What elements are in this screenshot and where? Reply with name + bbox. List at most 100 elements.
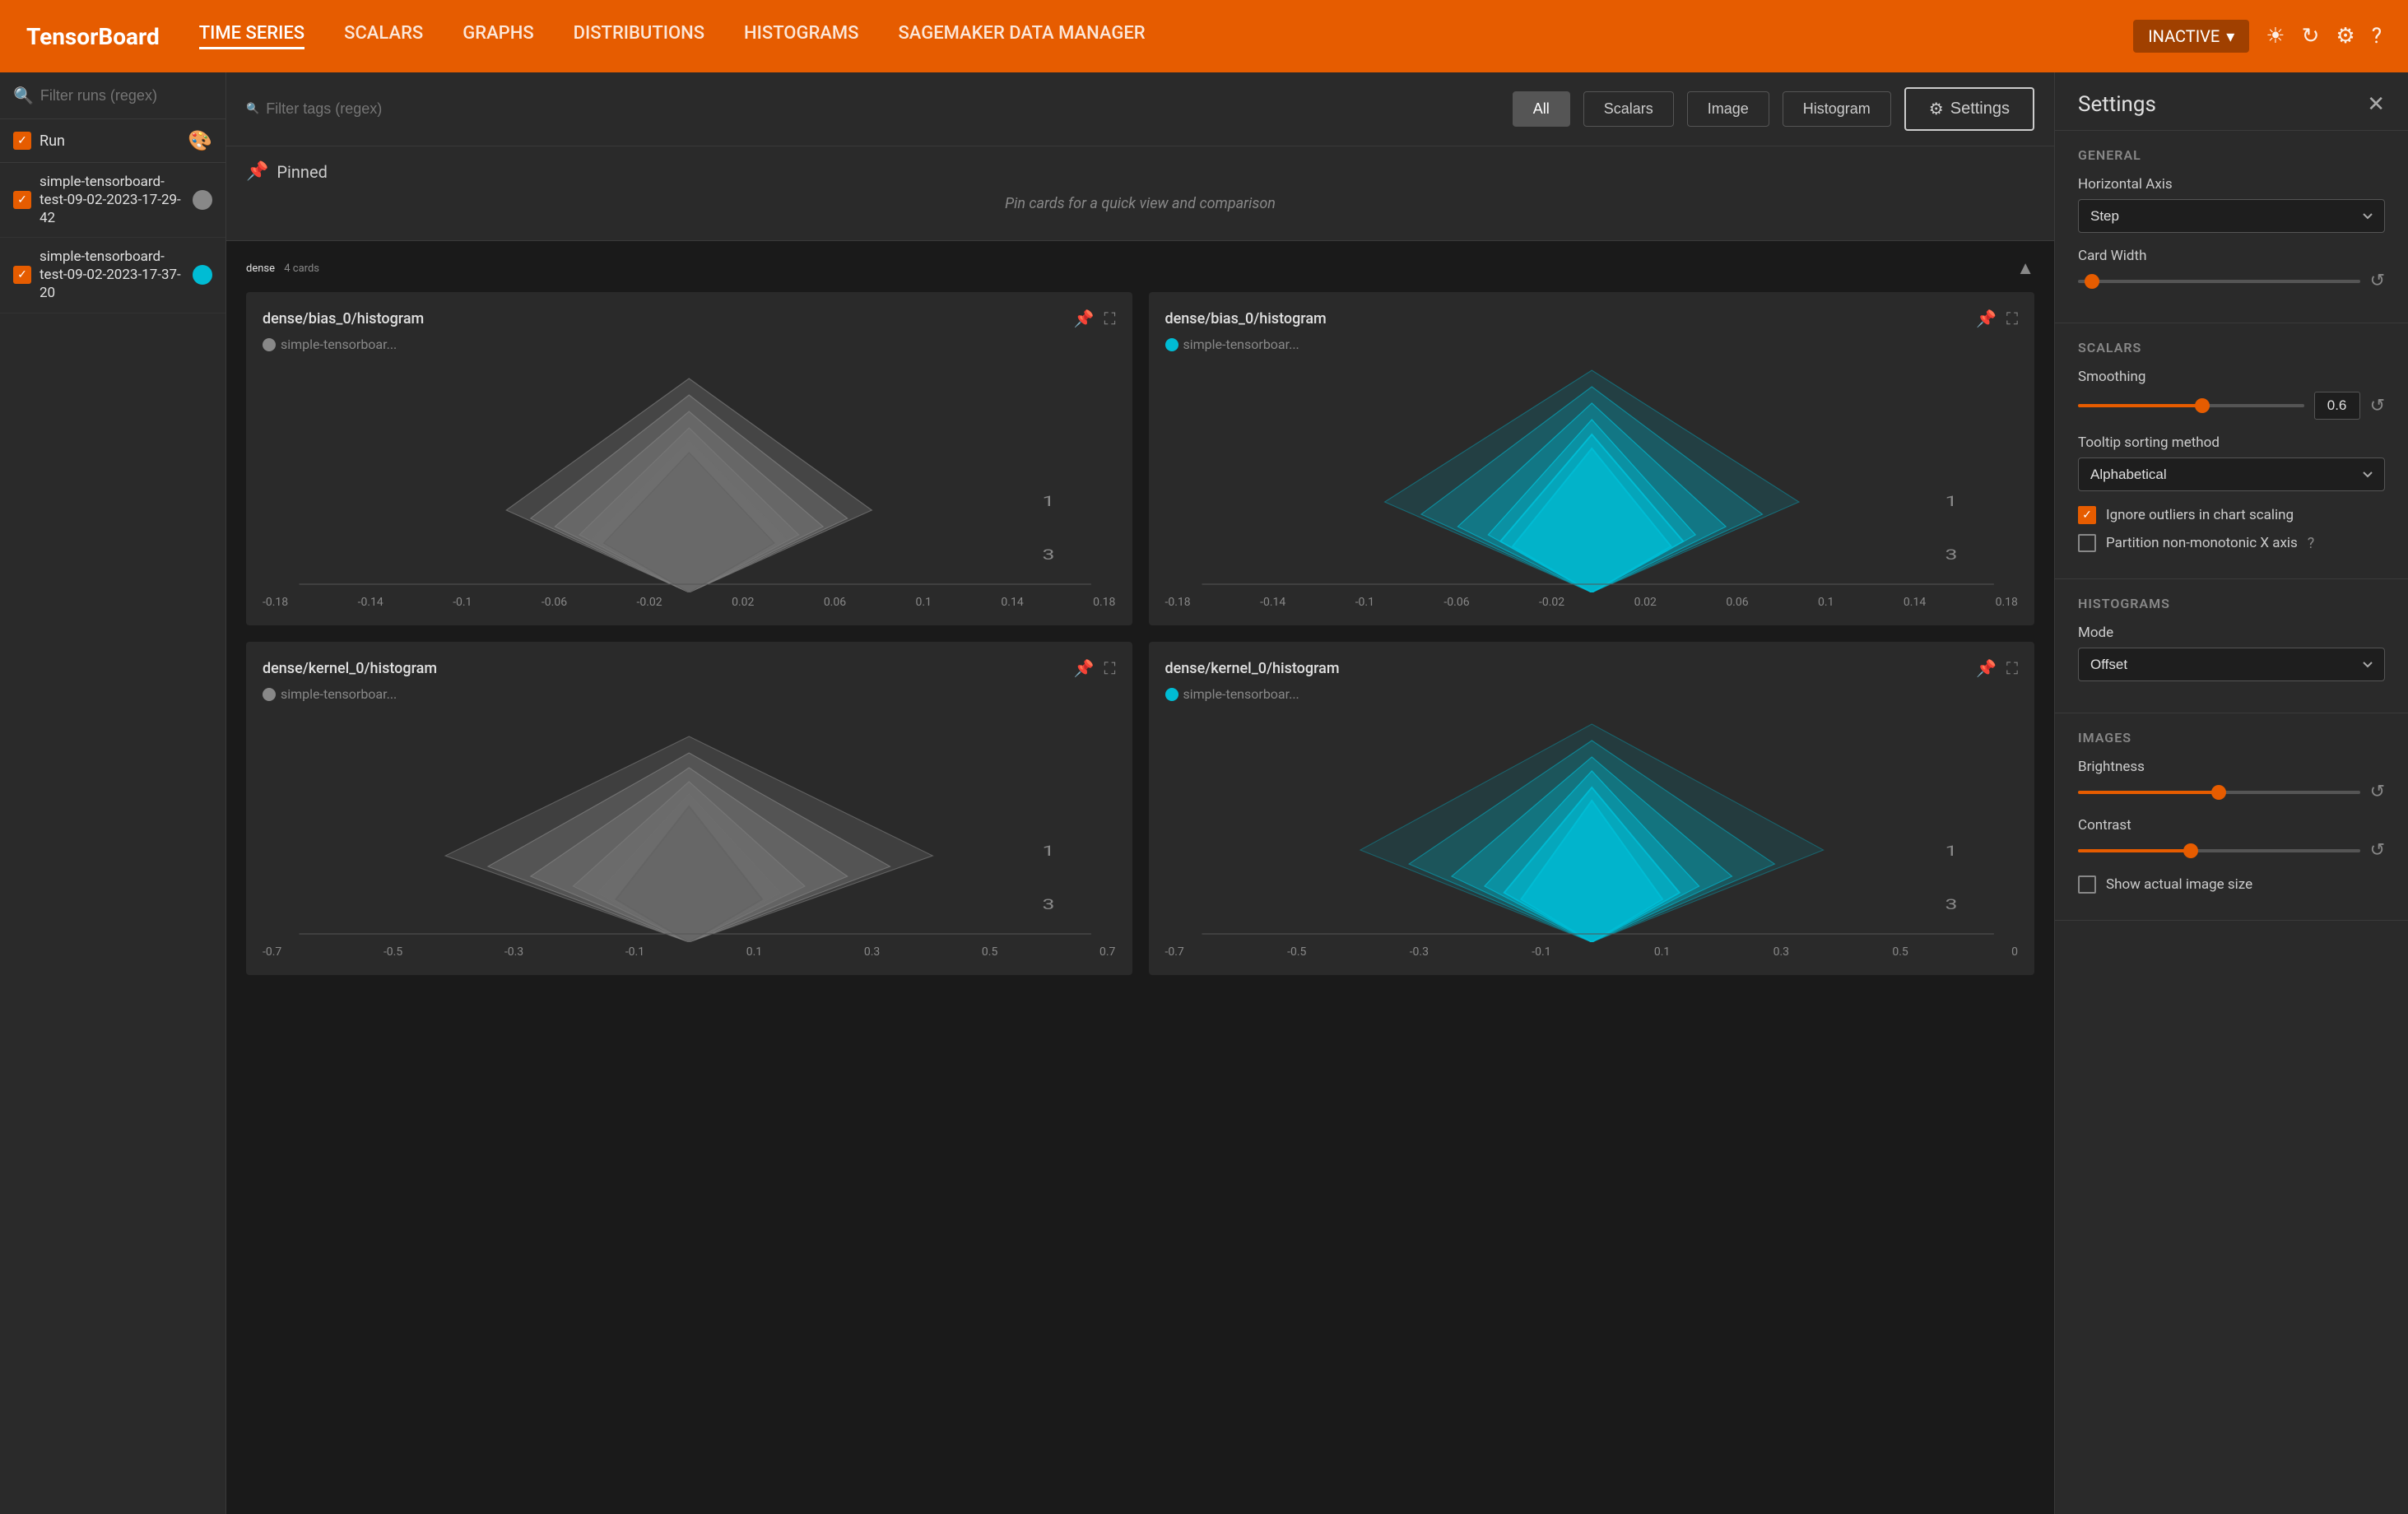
scalars-section-title: SCALARS bbox=[2078, 340, 2385, 355]
section-title: dense 4 cards bbox=[246, 262, 319, 275]
contrast-track bbox=[2078, 849, 2360, 852]
nav-item-distributions[interactable]: DISTRIBUTIONS bbox=[574, 23, 704, 49]
run-1-label: simple-tensorboard-test-09-02-2023-17-29… bbox=[40, 173, 184, 227]
run-color-dot bbox=[1165, 688, 1178, 701]
histogram-chart: 1 3 bbox=[1165, 362, 2019, 592]
nav-item-graphs[interactable]: GRAPHS bbox=[463, 23, 533, 49]
contrast-thumb[interactable] bbox=[2183, 843, 2198, 858]
show-actual-size-label: Show actual image size bbox=[2106, 876, 2252, 893]
nav-item-sagemaker[interactable]: SAGEMAKER DATA MANAGER bbox=[898, 23, 1145, 49]
expand-card-icon[interactable]: ⛶ bbox=[1104, 309, 1116, 328]
smoothing-reset-icon[interactable]: ↺ bbox=[2370, 396, 2385, 416]
card-subtitle: simple-tensorboar... bbox=[263, 686, 1116, 702]
card-actions: 📌 ⛶ bbox=[1976, 658, 2018, 678]
card-title-row: dense/kernel_0/histogram 📌 ⛶ bbox=[1165, 658, 2019, 678]
svg-text:1: 1 bbox=[1945, 842, 1957, 859]
card-width-thumb[interactable] bbox=[2085, 274, 2099, 289]
expand-card-icon[interactable]: ⛶ bbox=[1104, 658, 1116, 678]
mode-field: Mode Offset Overlay bbox=[2078, 625, 2385, 681]
smoothing-thumb[interactable] bbox=[2195, 398, 2210, 413]
smoothing-label: Smoothing bbox=[2078, 369, 2385, 385]
pin-card-icon[interactable]: 📌 bbox=[1976, 658, 1997, 678]
card-width-reset-icon[interactable]: ↺ bbox=[2370, 271, 2385, 291]
nav-item-time-series[interactable]: TIME SERIES bbox=[199, 23, 304, 49]
pinned-empty-text: Pin cards for a quick view and compariso… bbox=[246, 182, 2034, 225]
filter-histogram-button[interactable]: Histogram bbox=[1783, 91, 1891, 127]
close-settings-button[interactable]: ✕ bbox=[2367, 92, 2385, 117]
partition-checkbox[interactable] bbox=[2078, 534, 2096, 552]
histogram-svg: 1 3 bbox=[1165, 712, 2019, 942]
expand-card-icon[interactable]: ⛶ bbox=[2006, 658, 2018, 678]
run-all-checkbox[interactable]: ✓ bbox=[13, 132, 31, 150]
sun-icon[interactable]: ☀ bbox=[2266, 24, 2285, 49]
card-width-track bbox=[2078, 280, 2360, 283]
nav-item-histograms[interactable]: HISTOGRAMS bbox=[744, 23, 858, 49]
smoothing-value-input[interactable] bbox=[2314, 392, 2360, 420]
pinned-section: 📌 Pinned Pin cards for a quick view and … bbox=[226, 146, 2054, 241]
filter-scalars-button[interactable]: Scalars bbox=[1583, 91, 1674, 127]
histogram-chart: 1 3 bbox=[263, 362, 1116, 592]
gear-icon[interactable]: ⚙ bbox=[2336, 24, 2355, 49]
card-kernel-gray: dense/kernel_0/histogram 📌 ⛶ simple-tens… bbox=[246, 642, 1132, 975]
card-subtitle: simple-tensorboar... bbox=[1165, 686, 2019, 702]
pinned-header: 📌 Pinned bbox=[246, 161, 2034, 182]
brand-logo: TensorBoard bbox=[26, 23, 160, 50]
horizontal-axis-label: Horizontal Axis bbox=[2078, 176, 2385, 193]
settings-general-section: GENERAL Horizontal Axis Step Relative Wa… bbox=[2055, 131, 2408, 323]
collapse-button[interactable]: ▲ bbox=[2016, 258, 2034, 279]
contrast-row: ↺ bbox=[2078, 840, 2385, 861]
help-icon[interactable]: ? bbox=[2372, 24, 2382, 49]
brightness-reset-icon[interactable]: ↺ bbox=[2370, 782, 2385, 802]
sidebar: 🔍 ✓ Run 🎨 ✓ simple-tensorboard-test-09-0… bbox=[0, 72, 226, 1514]
partition-help-icon[interactable]: ? bbox=[2308, 535, 2315, 552]
expand-card-icon[interactable]: ⛶ bbox=[2006, 309, 2018, 328]
palette-icon[interactable]: 🎨 bbox=[188, 129, 212, 152]
card-title-row: dense/kernel_0/histogram 📌 ⛶ bbox=[263, 658, 1116, 678]
card-actions: 📌 ⛶ bbox=[1074, 658, 1116, 678]
settings-panel: Settings ✕ GENERAL Horizontal Axis Step … bbox=[2054, 72, 2408, 1514]
svg-text:3: 3 bbox=[1945, 546, 1957, 563]
card-title-row: dense/bias_0/histogram 📌 ⛶ bbox=[1165, 309, 2019, 328]
run-item-2[interactable]: ✓ simple-tensorboard-test-09-02-2023-17-… bbox=[0, 238, 225, 313]
svg-text:3: 3 bbox=[1945, 895, 1957, 913]
scroll-area[interactable]: dense 4 cards ▲ dense/bias_0/histogram 📌… bbox=[226, 241, 2054, 1514]
ignore-outliers-checkbox[interactable]: ✓ bbox=[2078, 506, 2096, 524]
run-item-1[interactable]: ✓ simple-tensorboard-test-09-02-2023-17-… bbox=[0, 163, 225, 238]
settings-gear-icon: ⚙ bbox=[1929, 99, 1944, 119]
settings-button[interactable]: ⚙ Settings bbox=[1904, 87, 2034, 131]
card-bias-cyan: dense/bias_0/histogram 📌 ⛶ simple-tensor… bbox=[1149, 292, 2035, 625]
status-badge[interactable]: INACTIVE ▾ bbox=[2133, 20, 2249, 53]
ignore-outliers-row: ✓ Ignore outliers in chart scaling bbox=[2078, 506, 2385, 524]
nav-item-scalars[interactable]: SCALARS bbox=[344, 23, 423, 49]
contrast-reset-icon[interactable]: ↺ bbox=[2370, 840, 2385, 861]
card-kernel-cyan: dense/kernel_0/histogram 📌 ⛶ simple-tens… bbox=[1149, 642, 2035, 975]
mode-select[interactable]: Offset Overlay bbox=[2078, 648, 2385, 681]
card-subtitle: simple-tensorboar... bbox=[263, 337, 1116, 352]
top-nav: TensorBoard TIME SERIES SCALARS GRAPHS D… bbox=[0, 0, 2408, 72]
pin-card-icon[interactable]: 📌 bbox=[1074, 658, 1095, 678]
tag-search-icon: 🔍 bbox=[246, 103, 259, 115]
card-subtitle: simple-tensorboar... bbox=[1165, 337, 2019, 352]
pin-card-icon[interactable]: 📌 bbox=[1074, 309, 1095, 328]
horizontal-axis-select[interactable]: Step Relative Wall bbox=[2078, 199, 2385, 233]
search-icon: 🔍 bbox=[13, 86, 34, 105]
toolbar: 🔍 All Scalars Image Histogram ⚙ Settings bbox=[226, 72, 2054, 146]
card-title: dense/kernel_0/histogram bbox=[1165, 660, 1340, 677]
tag-search-input[interactable] bbox=[266, 100, 1499, 118]
run-2-color-dot bbox=[193, 265, 212, 285]
run-2-label: simple-tensorboard-test-09-02-2023-17-37… bbox=[40, 248, 184, 302]
brightness-thumb[interactable] bbox=[2211, 785, 2226, 800]
histogram-chart: 1 3 bbox=[1165, 712, 2019, 942]
pin-card-icon[interactable]: 📌 bbox=[1976, 309, 1997, 328]
refresh-icon[interactable]: ↻ bbox=[2302, 24, 2320, 49]
horizontal-axis-field: Horizontal Axis Step Relative Wall bbox=[2078, 176, 2385, 233]
tooltip-sort-select[interactable]: Alphabetical Ascending Descending bbox=[2078, 457, 2385, 491]
sidebar-search-input[interactable] bbox=[40, 87, 212, 104]
run-1-checkbox[interactable]: ✓ bbox=[13, 191, 31, 209]
filter-image-button[interactable]: Image bbox=[1687, 91, 1769, 127]
run-2-checkbox[interactable]: ✓ bbox=[13, 266, 31, 284]
card-width-label: Card Width bbox=[2078, 248, 2385, 264]
filter-all-button[interactable]: All bbox=[1513, 91, 1570, 127]
show-actual-size-checkbox[interactable] bbox=[2078, 875, 2096, 894]
run-color-dot bbox=[1165, 338, 1178, 351]
